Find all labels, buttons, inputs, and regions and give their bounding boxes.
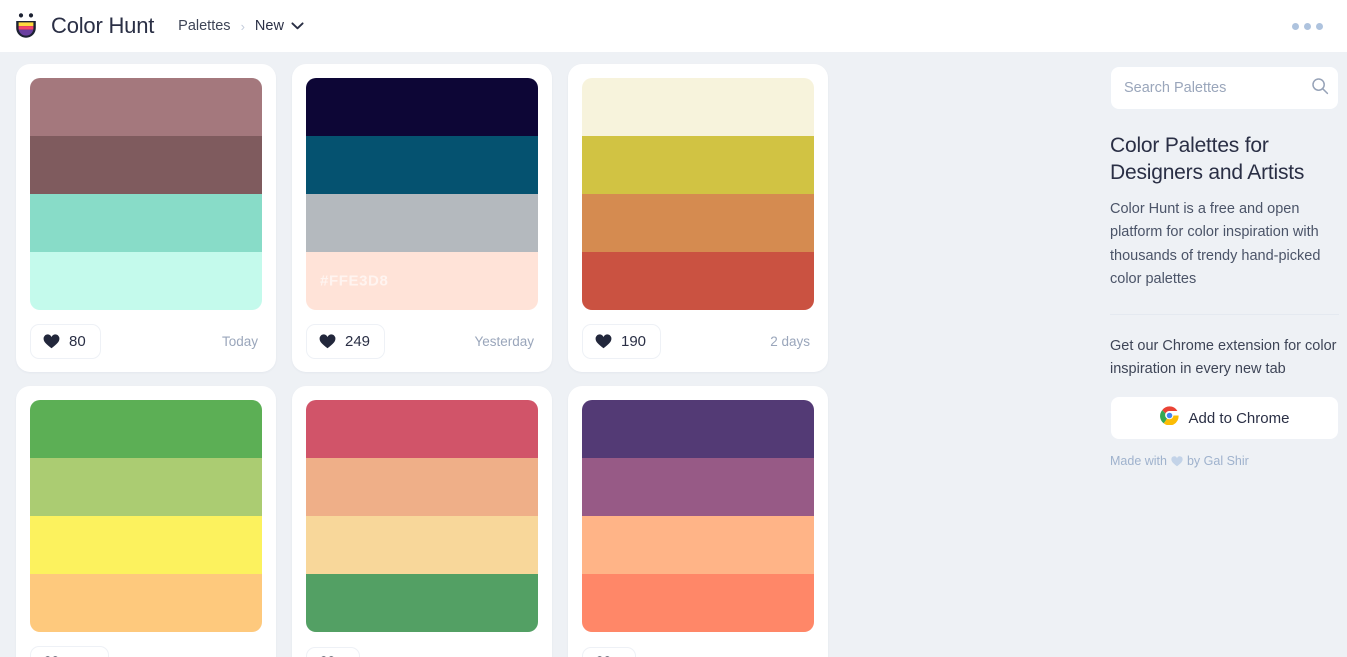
add-to-chrome-button[interactable]: Add to Chrome bbox=[1110, 396, 1339, 441]
like-button[interactable]: 190 bbox=[582, 323, 662, 359]
palette-card-footer bbox=[306, 632, 538, 657]
color-swatch[interactable] bbox=[30, 400, 262, 458]
color-swatch[interactable] bbox=[582, 194, 814, 252]
chrome-icon bbox=[1159, 406, 1179, 430]
color-swatch[interactable] bbox=[30, 136, 262, 194]
more-dot bbox=[1292, 22, 1299, 30]
color-swatch[interactable] bbox=[306, 574, 538, 632]
color-swatch[interactable] bbox=[306, 194, 538, 252]
palette-card[interactable]: #FFE3D8 249 Yesterday bbox=[292, 64, 552, 372]
palette-swatches bbox=[30, 400, 262, 632]
color-swatch[interactable] bbox=[30, 194, 262, 252]
credit-line: Made with by Gal Shir bbox=[1110, 454, 1339, 468]
swatch-hex-label: #FFE3D8 bbox=[320, 272, 389, 290]
sidebar-description: Color Hunt is a free and open platform f… bbox=[1110, 200, 1321, 288]
palette-swatches bbox=[30, 78, 262, 310]
search-palettes-box[interactable] bbox=[1110, 66, 1339, 110]
like-button[interactable]: 249 bbox=[306, 323, 386, 359]
palette-swatches bbox=[582, 400, 814, 632]
page-body: 80 Today #FFE3D8 249 Yesterday 190 2 days 2783 … bbox=[0, 52, 1347, 657]
color-swatch[interactable] bbox=[306, 458, 538, 516]
credit-suffix[interactable]: by Gal Shir bbox=[1187, 454, 1249, 468]
heart-icon bbox=[43, 333, 60, 349]
color-swatch[interactable] bbox=[306, 78, 538, 136]
color-swatch[interactable] bbox=[582, 136, 814, 194]
search-input[interactable] bbox=[1124, 80, 1311, 96]
palette-card[interactable] bbox=[292, 386, 552, 657]
heart-icon bbox=[595, 333, 612, 349]
color-hunt-logo-icon bbox=[12, 12, 40, 40]
color-swatch[interactable] bbox=[30, 516, 262, 574]
color-swatch[interactable]: #FFE3D8 bbox=[306, 252, 538, 310]
brand-name: Color Hunt bbox=[51, 13, 155, 38]
palette-swatches: #FFE3D8 bbox=[306, 78, 538, 310]
more-horizontal-icon[interactable] bbox=[1290, 17, 1325, 36]
color-swatch[interactable] bbox=[30, 78, 262, 136]
color-swatch[interactable] bbox=[306, 400, 538, 458]
breadcrumb-current-label: New bbox=[254, 18, 284, 34]
breadcrumb-palettes[interactable]: Palettes bbox=[178, 18, 230, 34]
palette-card-footer: 190 2 days bbox=[582, 310, 814, 372]
add-to-chrome-label: Add to Chrome bbox=[1188, 409, 1290, 427]
color-swatch[interactable] bbox=[306, 136, 538, 194]
like-button[interactable] bbox=[306, 646, 360, 657]
palette-card-footer: 2783 days bbox=[30, 632, 262, 657]
like-button[interactable]: 278 bbox=[30, 645, 110, 657]
like-count: 249 bbox=[345, 332, 371, 350]
palette-card[interactable]: 80 Today bbox=[16, 64, 276, 372]
breadcrumb: Palettes › New bbox=[178, 18, 304, 34]
color-swatch[interactable] bbox=[306, 516, 538, 574]
color-swatch[interactable] bbox=[582, 458, 814, 516]
more-dot bbox=[1316, 22, 1323, 30]
palette-card-footer: 249 Yesterday bbox=[306, 310, 538, 372]
palette-age: 2 days bbox=[770, 333, 810, 349]
palette-card-footer: 80 Today bbox=[30, 310, 262, 372]
heart-icon bbox=[319, 333, 336, 349]
color-swatch[interactable] bbox=[582, 252, 814, 310]
palette-card-footer bbox=[582, 632, 814, 657]
palette-grid: 80 Today #FFE3D8 249 Yesterday 190 2 days 2783 … bbox=[8, 64, 1100, 657]
search-icon[interactable] bbox=[1311, 77, 1329, 100]
credit-prefix: Made with bbox=[1110, 454, 1167, 469]
like-count: 190 bbox=[621, 332, 647, 350]
chrome-extension-text: Get our Chrome extension for color inspi… bbox=[1110, 337, 1337, 377]
palette-swatches bbox=[582, 78, 814, 310]
color-swatch[interactable] bbox=[30, 574, 262, 632]
color-swatch[interactable] bbox=[582, 78, 814, 136]
like-count: 80 bbox=[69, 332, 86, 350]
breadcrumb-new-dropdown[interactable]: New bbox=[255, 18, 304, 34]
breadcrumb-separator-icon: › bbox=[240, 18, 245, 34]
sidebar: Color Palettes for Designers and Artists… bbox=[1110, 64, 1339, 657]
sidebar-divider bbox=[1110, 313, 1339, 315]
palette-card[interactable]: 2783 days bbox=[16, 386, 276, 657]
like-button[interactable] bbox=[582, 646, 636, 657]
brand-logo-link[interactable]: Color Hunt bbox=[12, 12, 154, 40]
color-swatch[interactable] bbox=[30, 252, 262, 310]
color-swatch[interactable] bbox=[582, 574, 814, 632]
app-header: Color Hunt Palettes › New bbox=[0, 0, 1347, 52]
palette-card[interactable] bbox=[568, 386, 828, 657]
color-swatch[interactable] bbox=[582, 516, 814, 574]
palette-card[interactable]: 190 2 days bbox=[568, 64, 828, 372]
color-swatch[interactable] bbox=[582, 400, 814, 458]
more-dot bbox=[1304, 22, 1311, 30]
palette-age: Today bbox=[221, 333, 258, 349]
palette-age: Yesterday bbox=[474, 333, 534, 349]
like-button[interactable]: 80 bbox=[30, 323, 101, 359]
sidebar-title: Color Palettes for Designers and Artists bbox=[1110, 134, 1305, 184]
palette-swatches bbox=[306, 400, 538, 632]
color-swatch[interactable] bbox=[30, 458, 262, 516]
heart-icon bbox=[1171, 455, 1183, 467]
chevron-down-icon bbox=[291, 22, 304, 30]
